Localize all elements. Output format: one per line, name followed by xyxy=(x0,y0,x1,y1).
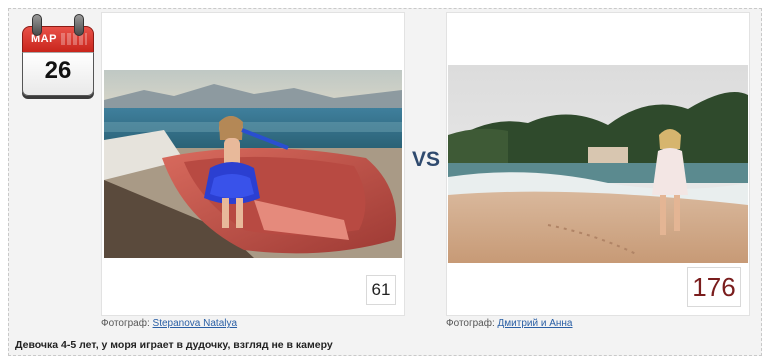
photo-card-left[interactable]: 61 xyxy=(101,12,405,316)
vote-count-left[interactable]: 61 xyxy=(366,275,396,305)
photographer-link-right[interactable]: Дмитрий и Анна xyxy=(498,318,573,329)
credit-label: Фотограф: xyxy=(446,318,498,329)
credit-label: Фотограф: xyxy=(101,318,153,329)
calendar-icon: МАР 26 xyxy=(20,14,96,96)
vote-count-right[interactable]: 176 xyxy=(687,267,741,307)
photo-right-girl-on-beach[interactable] xyxy=(448,65,748,263)
calendar-ring-right xyxy=(74,14,84,36)
photographer-credit-right: Фотограф: Дмитрий и Анна xyxy=(446,318,573,329)
calendar-ring-left xyxy=(32,14,42,36)
versus-label: VS xyxy=(411,148,440,171)
photographer-link-left[interactable]: Stepanova Natalya xyxy=(153,318,238,329)
calendar-day: 26 xyxy=(44,57,72,84)
duel-caption: Девочка 4-5 лет, у моря играет в дудочку… xyxy=(15,339,333,351)
calendar-body: 26 xyxy=(22,52,94,96)
photo-left-girl-in-boat[interactable] xyxy=(104,70,402,258)
photographer-credit-left: Фотограф: Stepanova Natalya xyxy=(101,318,237,329)
photo-card-right[interactable]: 176 xyxy=(446,12,750,316)
